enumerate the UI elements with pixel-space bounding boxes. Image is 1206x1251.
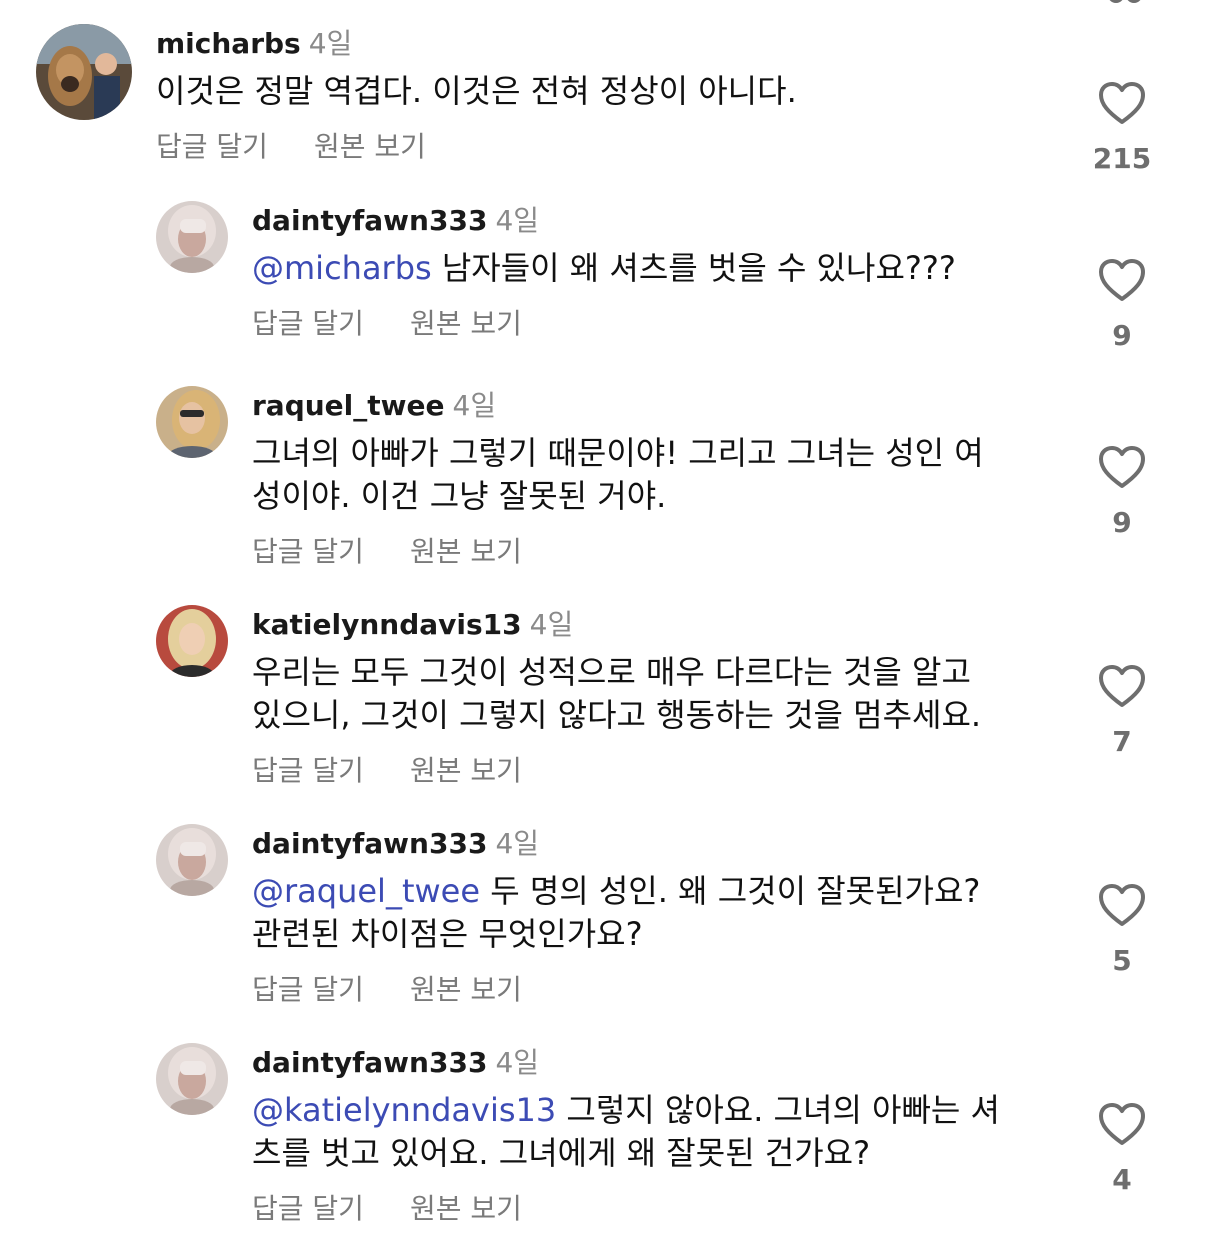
comment-text-line-1: 그렇지 않아요. 그녀의 아빠는 셔 bbox=[556, 1091, 1000, 1129]
like-count: 215 bbox=[1092, 142, 1152, 175]
avatar[interactable] bbox=[156, 1043, 228, 1115]
like-group: 7 bbox=[1086, 665, 1158, 759]
comment-username[interactable]: katielynndavis13 bbox=[252, 608, 522, 641]
comment-username[interactable]: raquel_twee bbox=[252, 389, 445, 422]
comment-text-line-1: 이것은 정말 역겹다. 이것은 전혀 정상이 아니다. bbox=[156, 72, 797, 110]
see-original-button[interactable]: 원본 보기 bbox=[410, 307, 522, 340]
like-group: 9 bbox=[1086, 259, 1158, 353]
avatar[interactable] bbox=[156, 605, 228, 677]
like-count: 4 bbox=[1112, 1163, 1132, 1196]
comment-time: 4일 bbox=[495, 204, 540, 237]
comment-text: 그녀의 아빠가 그렇기 때문이야! 그리고 그녀는 성인 여 성이야. 이건 그… bbox=[252, 432, 984, 518]
comment-text: @raquel_twee 두 명의 성인. 왜 그것이 잘못된가요? 관련된 차… bbox=[252, 870, 980, 956]
see-original-button[interactable]: 원본 보기 bbox=[410, 754, 522, 787]
comment-text-line-1: 그녀의 아빠가 그렇기 때문이야! 그리고 그녀는 성인 여 bbox=[252, 434, 984, 472]
see-original-button[interactable]: 원본 보기 bbox=[410, 973, 522, 1006]
reply-button[interactable]: 답글 달기 bbox=[252, 754, 364, 787]
heart-outline-icon[interactable] bbox=[1098, 884, 1146, 928]
like-group: 9 bbox=[1086, 446, 1158, 540]
comment-text: 이것은 정말 역겹다. 이것은 전혀 정상이 아니다. bbox=[156, 70, 797, 113]
see-original-button[interactable]: 원본 보기 bbox=[314, 130, 426, 163]
reply-button[interactable]: 답글 달기 bbox=[252, 307, 364, 340]
reply-button[interactable]: 답글 달기 bbox=[252, 535, 364, 568]
comment-username[interactable]: daintyfawn333 bbox=[252, 1046, 487, 1079]
heart-outline-icon[interactable] bbox=[1098, 1103, 1146, 1147]
see-original-button[interactable]: 원본 보기 bbox=[410, 1192, 522, 1225]
heart-outline-icon[interactable] bbox=[1098, 665, 1146, 709]
like-group: 5 bbox=[1086, 884, 1158, 978]
avatar[interactable] bbox=[156, 201, 228, 273]
comment-text-line-1: 두 명의 성인. 왜 그것이 잘못된가요? bbox=[480, 872, 981, 910]
comment-time: 4일 bbox=[529, 608, 574, 641]
comment-text: @katielynndavis13 그렇지 않아요. 그녀의 아빠는 셔 츠를 … bbox=[252, 1089, 1000, 1175]
avatar[interactable] bbox=[36, 24, 132, 120]
comment-text-line-2: 성이야. 이건 그냥 잘못된 거야. bbox=[252, 477, 667, 515]
heart-outline-icon[interactable] bbox=[1098, 446, 1146, 490]
comment-text-line-2: 츠를 벗고 있어요. 그녀에게 왜 잘못된 건가요? bbox=[252, 1134, 871, 1172]
reply-button[interactable]: 답글 달기 bbox=[252, 973, 364, 1006]
like-count: 7 bbox=[1112, 725, 1132, 758]
comment-text-line-2: 있으니, 그것이 그렇지 않다고 행동하는 것을 멈추세요. bbox=[252, 696, 982, 734]
comment-time: 4일 bbox=[495, 827, 540, 860]
like-group: 215 bbox=[1086, 82, 1158, 176]
comment-time: 4일 bbox=[495, 1046, 540, 1079]
reply-button[interactable]: 답글 달기 bbox=[252, 1192, 364, 1225]
reply-button[interactable]: 답글 달기 bbox=[156, 130, 268, 163]
avatar[interactable] bbox=[156, 386, 228, 458]
heart-outline-icon[interactable] bbox=[1098, 82, 1146, 126]
comment-text: @micharbs 남자들이 왜 셔츠를 벗을 수 있나요??? bbox=[252, 247, 956, 290]
comment-mention[interactable]: @katielynndavis13 bbox=[252, 1091, 556, 1129]
comment-mention[interactable]: @micharbs bbox=[252, 249, 432, 287]
comment-text-line-2: 관련된 차이점은 무엇인가요? bbox=[252, 915, 643, 953]
comment-text: 우리는 모두 그것이 성적으로 매우 다르다는 것을 알고 있으니, 그것이 그… bbox=[252, 651, 981, 737]
comment-text-line-1: 남자들이 왜 셔츠를 벗을 수 있나요??? bbox=[431, 249, 956, 287]
comment-time: 4일 bbox=[308, 27, 353, 60]
comment-time: 4일 bbox=[452, 389, 497, 422]
top-cutoff-fragment bbox=[1104, 0, 1144, 4]
see-original-button[interactable]: 원본 보기 bbox=[410, 535, 522, 568]
comment-username[interactable]: daintyfawn333 bbox=[252, 827, 487, 860]
avatar[interactable] bbox=[156, 824, 228, 896]
like-count: 5 bbox=[1112, 944, 1132, 977]
like-group: 4 bbox=[1086, 1103, 1158, 1197]
comment-username[interactable]: micharbs bbox=[156, 27, 301, 60]
comment-text-line-1: 우리는 모두 그것이 성적으로 매우 다르다는 것을 알고 bbox=[252, 653, 971, 691]
like-count: 9 bbox=[1112, 506, 1132, 539]
comment-mention[interactable]: @raquel_twee bbox=[252, 872, 480, 910]
heart-outline-icon[interactable] bbox=[1098, 259, 1146, 303]
like-count: 9 bbox=[1112, 319, 1132, 352]
comment-username[interactable]: daintyfawn333 bbox=[252, 204, 487, 237]
